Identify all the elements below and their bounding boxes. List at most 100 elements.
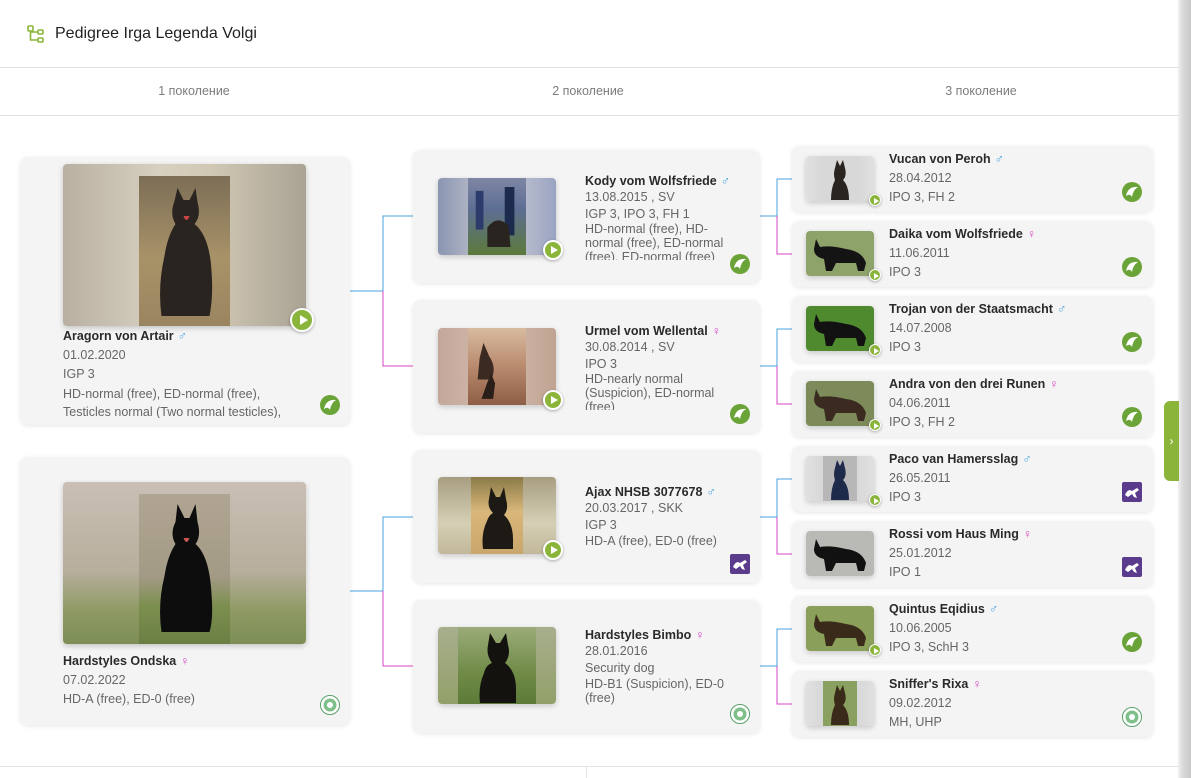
dog-photo[interactable] bbox=[806, 156, 874, 201]
dog-name: Urmel vom Wellental ♀ bbox=[585, 324, 721, 338]
dog-photo[interactable] bbox=[806, 606, 874, 651]
fci-round-logo[interactable] bbox=[320, 695, 340, 715]
bottom-divider bbox=[0, 766, 1178, 767]
bottom-column-divider bbox=[586, 767, 587, 778]
gen1-card-sire[interactable]: Aragorn von Artair ♂ 01.02.2020 IGP 3 HD-… bbox=[20, 157, 350, 425]
gen2-card-urmel[interactable]: Urmel vom Wellental ♀ 30.08.2014 , SV IPO… bbox=[413, 300, 760, 433]
chevron-right-icon: › bbox=[1169, 434, 1174, 448]
play-video-icon[interactable] bbox=[869, 194, 881, 206]
dog-silhouette bbox=[814, 239, 866, 271]
expand-panel-tab[interactable]: › bbox=[1164, 401, 1179, 481]
female-icon: ♀ bbox=[711, 324, 722, 338]
dog-photo[interactable] bbox=[806, 456, 874, 501]
birth-date: 07.02.2022 bbox=[63, 673, 126, 687]
play-video-icon[interactable] bbox=[869, 494, 881, 506]
dog-photo[interactable] bbox=[806, 231, 874, 276]
birth-date: 25.01.2012 bbox=[889, 546, 952, 560]
health-info: HD-normal (free), ED-normal (free), Test… bbox=[63, 387, 282, 418]
dog-photo[interactable] bbox=[438, 477, 556, 554]
dog-name: Daika vom Wolfsfriede ♀ bbox=[889, 227, 1036, 241]
sv-leaf-logo[interactable] bbox=[1122, 182, 1142, 202]
dog-silhouette bbox=[814, 614, 866, 646]
dog-name-text: Daika vom Wolfsfriede bbox=[889, 227, 1023, 241]
dog-silhouette bbox=[482, 487, 513, 549]
play-video-icon[interactable] bbox=[543, 390, 563, 410]
dog-silhouette bbox=[831, 160, 849, 200]
dog-photo[interactable] bbox=[806, 306, 874, 351]
play-video-icon[interactable] bbox=[290, 308, 314, 332]
dog-silhouette bbox=[814, 389, 866, 421]
play-video-icon[interactable] bbox=[869, 419, 881, 431]
gen1-card-dam[interactable]: Hardstyles Ondska ♀ 07.02.2022 HD-A (free… bbox=[20, 457, 350, 725]
titles: IGP 3 bbox=[585, 518, 617, 532]
male-icon: ♂ bbox=[177, 329, 188, 343]
gen3-card[interactable]: Daika vom Wolfsfriede ♀ 11.06.2011 IPO 3 bbox=[792, 221, 1153, 287]
birth-date: 14.07.2008 bbox=[889, 321, 952, 335]
play-video-icon[interactable] bbox=[543, 540, 563, 560]
birth-date: 09.02.2012 bbox=[889, 696, 952, 710]
titles: IPO 3 bbox=[889, 490, 921, 504]
purple-dog-logo[interactable] bbox=[1122, 482, 1142, 502]
play-video-icon[interactable] bbox=[543, 240, 563, 260]
titles: MH, UHP bbox=[889, 715, 942, 729]
sv-leaf-logo[interactable] bbox=[1122, 332, 1142, 352]
dog-photo[interactable] bbox=[63, 482, 306, 644]
generation-1-label: 1 поколение bbox=[158, 84, 230, 98]
titles: IPO 3 bbox=[889, 265, 921, 279]
titles: IPO 1 bbox=[889, 565, 921, 579]
play-video-icon[interactable] bbox=[869, 344, 881, 356]
female-icon: ♀ bbox=[1022, 527, 1033, 541]
generation-header-bar: 1 поколение 2 поколение 3 поколение bbox=[0, 68, 1178, 116]
dog-photo[interactable] bbox=[438, 328, 556, 405]
gen3-card[interactable]: Quintus Eqidius ♂ 10.06.2005 IPO 3, SchH 3 bbox=[792, 596, 1153, 662]
dog-name: Rossi vom Haus Ming ♀ bbox=[889, 527, 1032, 541]
purple-dog-logo[interactable] bbox=[730, 554, 750, 574]
male-icon: ♂ bbox=[1022, 452, 1032, 466]
generation-3-label: 3 поколение bbox=[945, 84, 1017, 98]
dog-name-text: Rossi vom Haus Ming bbox=[889, 527, 1019, 541]
titles: IPO 3, FH 2 bbox=[889, 415, 955, 429]
dog-photo[interactable] bbox=[63, 164, 306, 326]
sv-leaf-logo[interactable] bbox=[730, 254, 750, 274]
fci-round-logo[interactable] bbox=[1122, 707, 1142, 727]
sv-leaf-logo[interactable] bbox=[1122, 632, 1142, 652]
gen3-card[interactable]: Sniffer's Rixa ♀ 09.02.2012 MH, UHP bbox=[792, 671, 1153, 737]
sv-leaf-logo[interactable] bbox=[320, 395, 340, 415]
play-video-icon[interactable] bbox=[869, 269, 881, 281]
birth-date: 28.01.2016 bbox=[585, 644, 648, 658]
fci-round-logo[interactable] bbox=[730, 704, 750, 724]
sv-leaf-logo[interactable] bbox=[1122, 257, 1142, 277]
dog-name-text: Trojan von der Staatsmacht bbox=[889, 302, 1053, 316]
scrollbar-edge bbox=[1178, 0, 1191, 778]
play-video-icon[interactable] bbox=[869, 644, 881, 656]
pedigree-tree-icon bbox=[27, 24, 44, 43]
dog-photo[interactable] bbox=[806, 531, 874, 576]
gen2-card-ajax[interactable]: Ajax NHSB 3077678 ♂ 20.03.2017 , SKK IGP … bbox=[413, 450, 760, 583]
dog-name-text: Ajax NHSB 3077678 bbox=[585, 485, 703, 499]
dog-photo[interactable] bbox=[806, 681, 874, 726]
gen2-card-bimbo[interactable]: Hardstyles Bimbo ♀ 28.01.2016 Security do… bbox=[413, 600, 760, 733]
dog-name: Trojan von der Staatsmacht ♂ bbox=[889, 302, 1066, 316]
sv-leaf-logo[interactable] bbox=[730, 404, 750, 424]
gen2-card-kody[interactable]: Kody vom Wolfsfriede ♂ 13.08.2015 , SV IG… bbox=[413, 150, 760, 283]
titles: IPO 3, FH 2 bbox=[889, 190, 955, 204]
gen3-card[interactable]: Trojan von der Staatsmacht ♂ 14.07.2008 IPO… bbox=[792, 296, 1153, 362]
purple-dog-logo[interactable] bbox=[1122, 557, 1142, 577]
female-icon: ♀ bbox=[1049, 377, 1059, 391]
gen3-card[interactable]: Vucan von Peroh ♂ 28.04.2012 IPO 3, FH 2 bbox=[792, 146, 1153, 212]
male-icon: ♂ bbox=[1056, 302, 1067, 316]
dog-photo[interactable] bbox=[438, 627, 556, 704]
gen3-card[interactable]: Paco van Hamersslag ♂ 26.05.2011 IPO 3 bbox=[792, 446, 1153, 512]
dog-photo[interactable] bbox=[806, 381, 874, 426]
birth-date: 13.08.2015 , SV bbox=[585, 190, 675, 204]
dog-name: Hardstyles Bimbo ♀ bbox=[585, 628, 705, 642]
sv-leaf-logo[interactable] bbox=[1122, 407, 1142, 427]
gen3-card[interactable]: Rossi vom Haus Ming ♀ 25.01.2012 IPO 1 bbox=[792, 521, 1153, 587]
dog-photo[interactable] bbox=[438, 178, 556, 255]
male-icon: ♂ bbox=[988, 602, 999, 616]
gen3-card[interactable]: Andra von den drei Runen ♀ 04.06.2011 IPO 3… bbox=[792, 371, 1153, 437]
birth-date: 28.04.2012 bbox=[889, 171, 952, 185]
dog-name: Paco van Hamersslag ♂ bbox=[889, 452, 1032, 466]
dog-name-text: Kody vom Wolfsfriede bbox=[585, 174, 717, 188]
dog-name: Aragorn von Artair ♂ bbox=[63, 329, 187, 343]
